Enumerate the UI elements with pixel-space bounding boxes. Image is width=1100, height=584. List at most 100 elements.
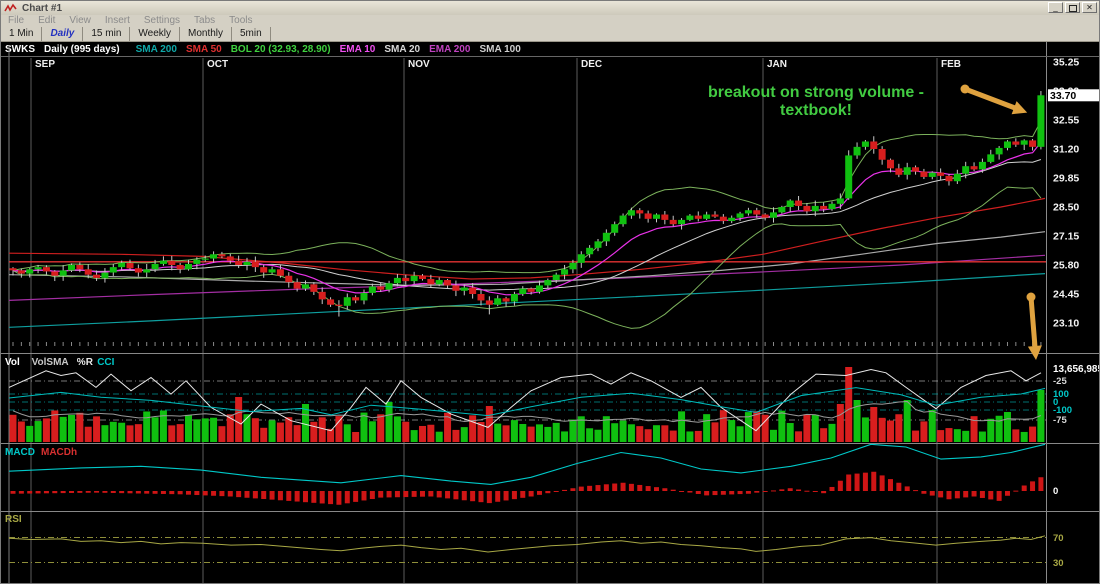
price-tick-label: 31.20 <box>1053 144 1079 156</box>
macd-hist-bar <box>930 491 935 496</box>
volume-bar <box>126 425 133 442</box>
candle-body <box>35 267 42 269</box>
volume-bar <box>711 422 718 442</box>
macd-hist-bar <box>219 491 224 496</box>
menu-item-view[interactable]: View <box>62 15 98 27</box>
macd-hist-bar <box>595 485 600 491</box>
candle-body <box>419 276 426 279</box>
macd-hist-bar <box>687 491 692 493</box>
macd-hist-bar <box>478 491 483 502</box>
volsma-line <box>13 402 1041 423</box>
month-label: SEP <box>35 59 55 70</box>
volume-arrow[interactable] <box>1027 293 1042 361</box>
candle-body <box>386 283 393 289</box>
candle-body <box>110 267 117 272</box>
close-button[interactable]: ✕ <box>1082 2 1097 13</box>
volume-bar <box>519 424 526 442</box>
tab-1-min[interactable]: 1 Min <box>1 27 42 41</box>
volume-bar <box>294 425 301 442</box>
volume-bar <box>962 431 969 442</box>
candle-body <box>670 220 677 224</box>
macd-hist-bar <box>621 483 626 491</box>
macd-hist-bar <box>1013 491 1018 492</box>
tab-5min[interactable]: 5min <box>232 27 271 41</box>
macd-hist-bar <box>286 491 291 501</box>
rsi-line <box>9 536 1045 552</box>
volume-bar <box>778 411 785 442</box>
volume-bar <box>828 424 835 442</box>
candle-body <box>937 173 944 176</box>
macd-hist-bar <box>453 491 458 499</box>
candle-body <box>912 167 919 171</box>
volume-bar <box>76 413 83 442</box>
tab-15-min[interactable]: 15 min <box>83 27 130 41</box>
volume-bar <box>319 417 326 442</box>
volume-bar <box>929 410 936 442</box>
chart-canvas[interactable]: SEPOCTNOVDECJANFEB-251000-100-75VolVolSM… <box>1 42 1100 584</box>
volume-bar <box>753 411 760 442</box>
macd-hist-bar <box>36 491 41 493</box>
menu-item-edit[interactable]: Edit <box>31 15 62 27</box>
volume-bar <box>661 425 668 442</box>
macd-hist-bar <box>804 491 809 492</box>
volume-bar <box>269 420 276 442</box>
candle-body <box>611 224 618 233</box>
tab-weekly[interactable]: Weekly <box>130 27 180 41</box>
candle-body <box>753 210 760 214</box>
price-tick-label: 28.50 <box>1053 202 1079 214</box>
macd-hist-bar <box>679 491 684 492</box>
restore-button[interactable] <box>1065 2 1080 13</box>
volume-bar <box>912 431 919 442</box>
menu-item-settings[interactable]: Settings <box>137 15 187 27</box>
macd-hist-bar <box>27 491 32 494</box>
volume-bar <box>1004 412 1011 442</box>
chart-window: Chart #1 _ ✕ FileEditViewInsertSettingsT… <box>0 0 1100 584</box>
volume-scale-label: -75 <box>1053 415 1067 426</box>
menu-item-tools[interactable]: Tools <box>222 15 259 27</box>
minimize-button[interactable]: _ <box>1048 2 1063 13</box>
annotation-text-line1[interactable]: breakout on strong volume - <box>708 84 924 101</box>
title-bar[interactable]: Chart #1 _ ✕ <box>1 1 1099 15</box>
menu-item-file[interactable]: File <box>1 15 31 27</box>
macd-hist-bar <box>905 486 910 491</box>
candle-body <box>494 298 501 304</box>
candle-body <box>1012 141 1019 144</box>
tab-daily[interactable]: Daily <box>42 27 83 41</box>
menu-item-tabs[interactable]: Tabs <box>187 15 222 27</box>
volume-bar <box>101 425 108 442</box>
rsi-scale-label: 70 <box>1053 533 1064 544</box>
candle-body <box>319 292 326 300</box>
macd-hist-bar <box>554 491 559 492</box>
month-label: FEB <box>941 59 961 70</box>
annotation-text-line2[interactable]: textbook! <box>780 102 852 119</box>
candle-body <box>828 204 835 209</box>
macd-hist-bar <box>261 491 266 499</box>
rsi-panel-layer: 7030RSI <box>5 514 1064 569</box>
macd-hist-bar <box>244 491 249 498</box>
price-tick-label: 32.55 <box>1053 115 1079 127</box>
macd-hist-bar <box>696 491 701 494</box>
menu-item-insert[interactable]: Insert <box>98 15 137 27</box>
volume-bar <box>235 397 242 442</box>
volume-bar <box>377 414 384 442</box>
tab-monthly[interactable]: Monthly <box>180 27 232 41</box>
volume-bar <box>344 424 351 442</box>
breakout-arrow[interactable] <box>961 85 1028 115</box>
candle-body <box>1021 140 1028 144</box>
rsi-scale-label: 30 <box>1053 558 1064 569</box>
volume-bar <box>352 432 359 442</box>
macd-hist-bar <box>412 491 417 497</box>
macd-line <box>9 444 1045 484</box>
month-label: OCT <box>207 59 228 70</box>
price-axis-layer: 35.2533.9032.5531.2029.8528.5027.1525.80… <box>1048 57 1100 330</box>
candle-body <box>1004 141 1011 147</box>
macd-hist-bar <box>955 491 960 498</box>
last-price-label: 33.70 <box>1050 90 1076 102</box>
macd-hist-bar <box>303 491 308 502</box>
macd-hist-bar <box>69 491 74 493</box>
annotation-layer: breakout on strong volume -textbook! <box>708 84 1042 360</box>
candle-body <box>929 173 936 177</box>
volume-bar <box>110 422 117 442</box>
volume-bar <box>904 400 911 442</box>
candle-body <box>377 286 384 289</box>
